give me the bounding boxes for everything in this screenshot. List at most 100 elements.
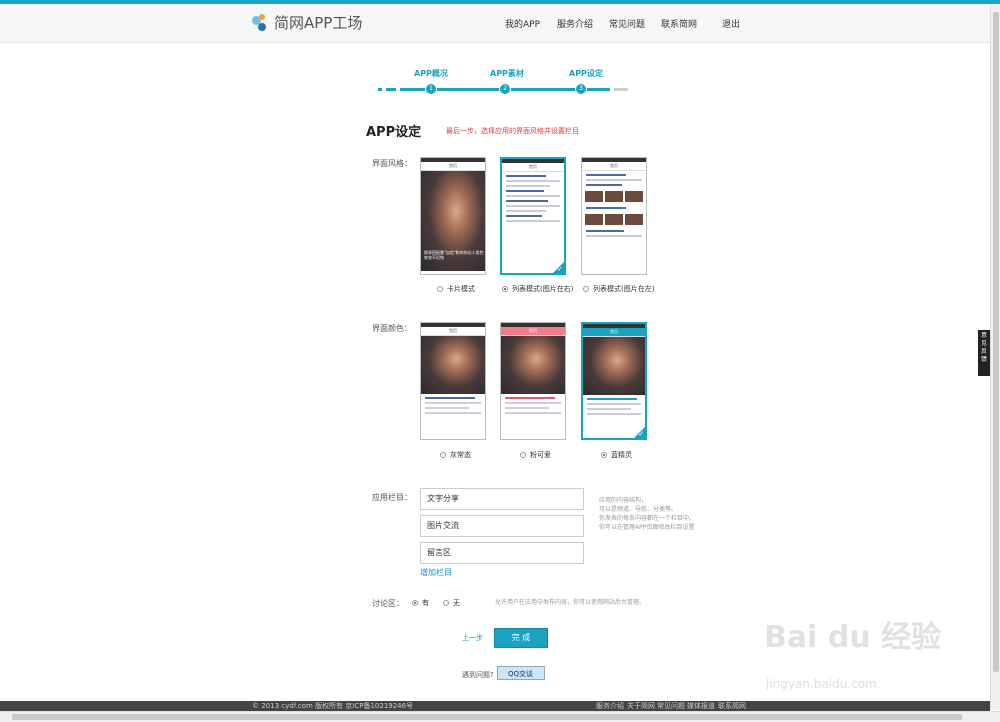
column-field-2[interactable]: 图片交流 [420, 515, 584, 537]
list-text-line [505, 412, 561, 414]
note-line: 你可以在管理APP页面修改栏目设置 [599, 524, 695, 531]
list-text-line [506, 185, 550, 187]
list-title-line [505, 397, 555, 399]
radio-indicator [437, 286, 443, 292]
style-preview-card[interactable]: 首页 换季搭配靠"自信"和你的达人类色穿衣不迟钝 [420, 157, 486, 275]
discussion-radio-no[interactable]: 无 [443, 598, 460, 608]
color-preview-gray[interactable]: 首页 [420, 322, 486, 440]
column-field-1[interactable]: 文字分享 [420, 488, 584, 510]
radio-indicator [583, 286, 589, 292]
style-radio-list-left[interactable]: 列表模式(图片在左) [583, 284, 654, 294]
list-title-line [586, 184, 622, 186]
help-question: 遇到问题? [462, 671, 494, 679]
phone-title-bar: 首页 [502, 163, 564, 172]
discussion-label: 讨论区： [372, 599, 404, 608]
list-title-line [506, 200, 548, 202]
nav-services[interactable]: 服务介绍 [557, 17, 593, 30]
phone-title-bar: 首页 [501, 327, 565, 336]
check-icon: ✓ [557, 265, 563, 273]
card-caption: 换季搭配靠"自信"和你的达人类色穿衣不迟钝 [424, 250, 484, 260]
feedback-label: 意见反馈 [980, 332, 987, 363]
style-radio-card[interactable]: 卡片模式 [437, 284, 475, 294]
color-radio-blue[interactable]: 蓝精灵 [601, 450, 632, 460]
list-title-line [586, 207, 626, 209]
list-text-line [506, 205, 560, 207]
logo-icon [252, 13, 270, 32]
finish-button[interactable]: 完 成 [494, 628, 548, 648]
list-title-line [506, 190, 544, 192]
footer: © 2013 cydf.com 版权所有 京ICP备10219246号 服务介绍… [0, 701, 990, 711]
list-text-line [425, 402, 481, 404]
note-line: 可以是频道、导航、分类等。 [599, 506, 678, 513]
list-text-line [587, 408, 631, 410]
nav-logout[interactable]: 退出 [722, 17, 740, 30]
progress-tail [614, 88, 628, 91]
radio-indicator [520, 452, 526, 458]
horizontal-scrollbar[interactable] [0, 711, 1000, 722]
vertical-scrollbar[interactable] [990, 4, 1000, 710]
nav-my-app[interactable]: 我的APP [505, 17, 540, 30]
style-radio-list-right[interactable]: 列表模式(图片在右) [502, 284, 573, 294]
scrollbar-thumb[interactable] [12, 714, 962, 720]
thumbnail-row [582, 212, 646, 227]
color-preview-blue[interactable]: 首页 ✓ [581, 322, 647, 440]
list-title-line [586, 174, 626, 176]
radio-label: 粉可爱 [530, 451, 551, 459]
logo-text: 简网APP工场 [274, 14, 363, 32]
footer-link-about[interactable]: 关于简网 [627, 701, 655, 711]
logo[interactable]: 简网APP工场 [252, 12, 362, 33]
page-hint: 最后一步，选择应用的界面风格并设置栏目 [446, 127, 579, 135]
radio-label: 卡片模式 [447, 285, 475, 293]
step-label-1: APP概况 [414, 69, 448, 78]
phone-title-bar: 首页 [421, 162, 485, 171]
list-text-line [505, 402, 561, 404]
footer-link-services[interactable]: 服务介绍 [596, 701, 624, 711]
list-text-line [506, 210, 546, 212]
footer-link-contact[interactable]: 联系简网 [718, 701, 746, 711]
step-number-3: 3 [575, 83, 587, 95]
radio-indicator [601, 452, 607, 458]
step-number-2: 2 [499, 83, 511, 95]
list-title-line [587, 398, 637, 400]
prev-step-link[interactable]: 上一步 [462, 633, 483, 643]
radio-label: 有 [422, 599, 429, 607]
footer-link-faq[interactable]: 常见问题 [657, 701, 685, 711]
color-label: 界面颜色： [372, 324, 412, 333]
feedback-tab[interactable]: 意见反馈 [978, 330, 990, 376]
qq-chat-label: QQ交谈 [508, 670, 534, 678]
discussion-radio-yes[interactable]: 有 [412, 598, 429, 608]
page-title: APP设定 [366, 125, 422, 140]
qq-chat-button[interactable]: QQ交谈 [497, 666, 545, 680]
phone-title-bar: 首页 [582, 162, 646, 171]
column-field-3[interactable]: 留言区 [420, 542, 584, 564]
preview-photo [501, 336, 565, 394]
nav-contact[interactable]: 联系简网 [661, 17, 697, 30]
list-text-line [586, 235, 642, 237]
color-radio-gray[interactable]: 灰常态 [440, 450, 471, 460]
add-column-link[interactable]: 增加栏目 [420, 567, 452, 578]
list-title-line [506, 215, 542, 217]
note-line: 你发表的每条内容都在一个栏目中。 [599, 515, 696, 522]
list-title-line [425, 397, 475, 399]
list-title-line [506, 175, 546, 177]
color-radio-pink[interactable]: 粉可爱 [520, 450, 551, 460]
site-header: 简网APP工场 我的APP 服务介绍 常见问题 联系简网 退出 [0, 4, 990, 43]
list-text-line [425, 407, 469, 409]
columns-note: 应用的内容结构， 可以是频道、导航、分类等。 你发表的每条内容都在一个栏目中。 … [599, 496, 695, 532]
style-label: 界面风格： [372, 159, 412, 168]
list-text-line [505, 407, 549, 409]
nav-faq[interactable]: 常见问题 [609, 17, 645, 30]
preview-photo [583, 337, 645, 395]
style-preview-list-right[interactable]: 首页 ✓ [500, 157, 566, 275]
color-preview-pink[interactable]: 首页 [500, 322, 566, 440]
scrollbar-thumb[interactable] [993, 12, 999, 672]
list-text-line [506, 180, 560, 182]
radio-label: 灰常态 [450, 451, 471, 459]
discussion-note: 允许用户在应用中发布内容，你可以使用网站后台管理。 [495, 599, 646, 606]
style-preview-list-left[interactable]: 首页 [581, 157, 647, 275]
list-text-line [506, 220, 560, 222]
list-text-line [587, 403, 641, 405]
radio-label: 列表模式(图片在右) [512, 285, 574, 293]
list-text-line [506, 195, 560, 197]
footer-link-media[interactable]: 媒体报道 [687, 701, 715, 711]
